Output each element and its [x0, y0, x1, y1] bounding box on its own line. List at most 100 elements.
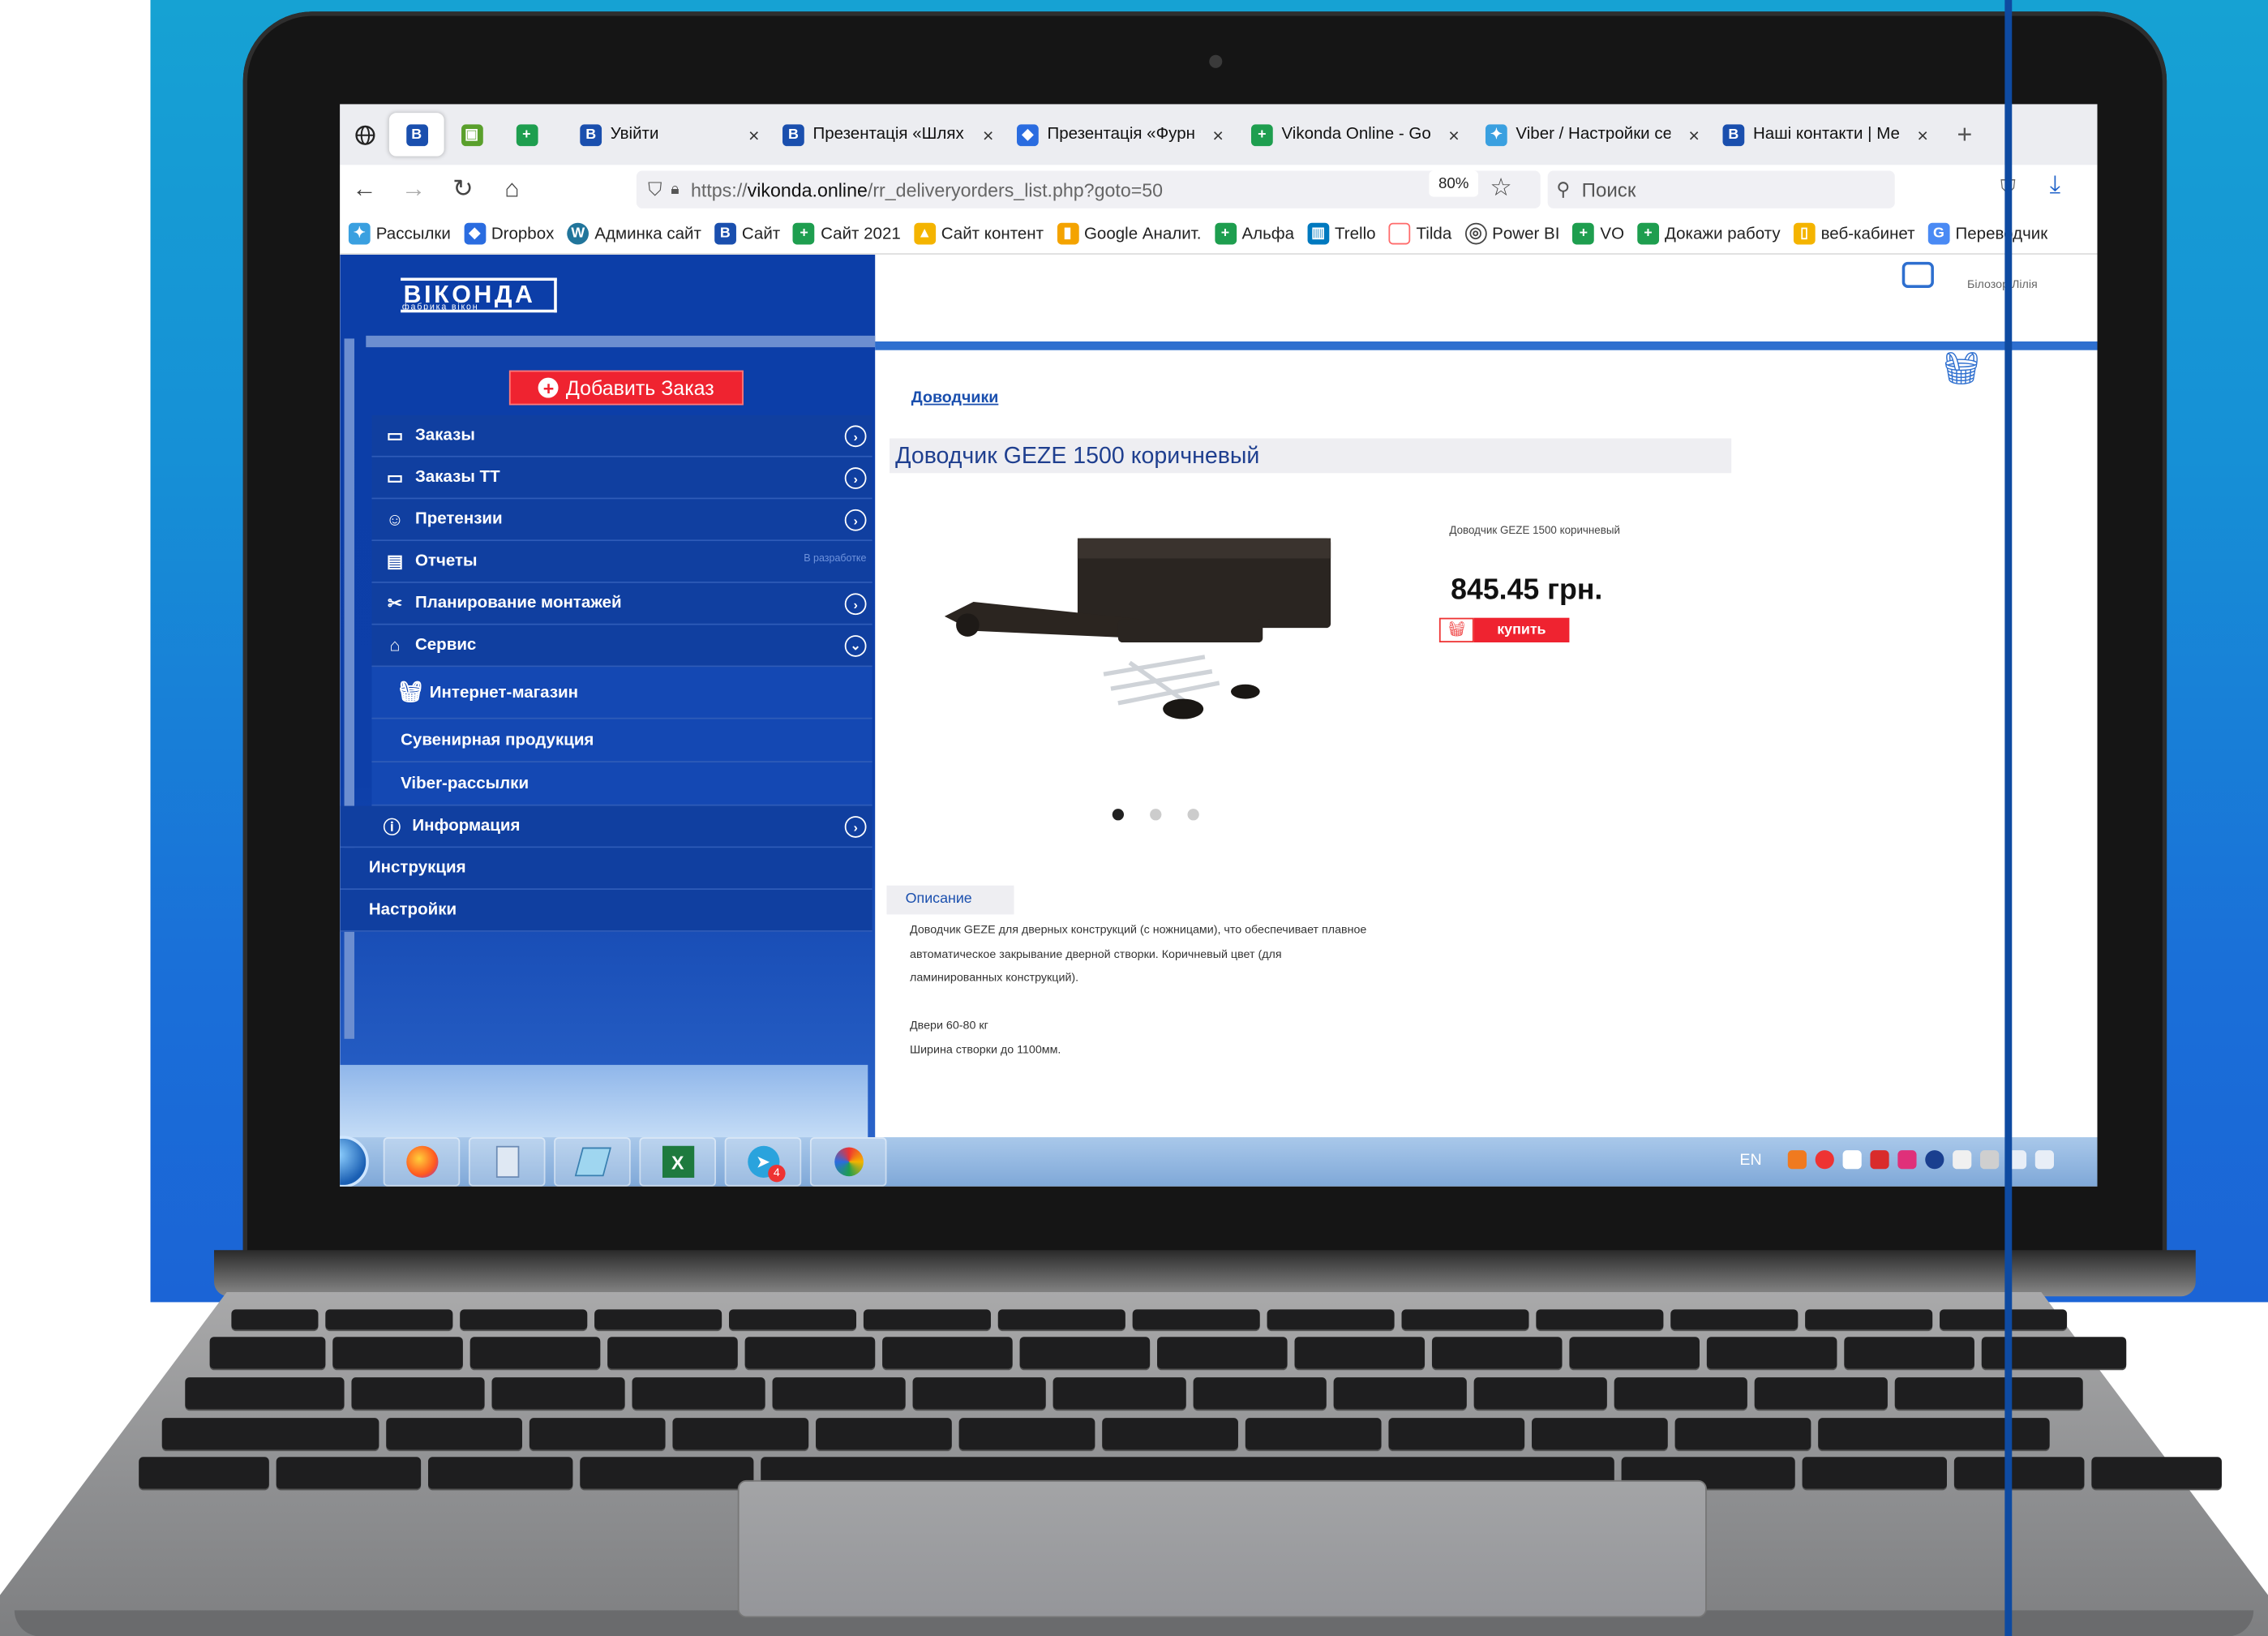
- home-icon[interactable]: ⌂: [487, 175, 537, 204]
- sidebar-item-viber-mailing[interactable]: Viber-рассылки: [371, 762, 872, 806]
- sidebar-item-settings[interactable]: Настройки: [340, 890, 872, 932]
- tray-app-icon[interactable]: [1980, 1150, 2000, 1170]
- telegram-icon[interactable]: ➤ 4: [724, 1137, 802, 1187]
- sidebar-item-instructions[interactable]: Инструкция: [340, 848, 872, 891]
- keyboard-key: [882, 1337, 1013, 1369]
- sheets-icon: +: [1637, 222, 1659, 245]
- carousel-dot[interactable]: [1187, 809, 1199, 821]
- bookmark-item[interactable]: ▥ Trello: [1307, 222, 1376, 245]
- sidebar-item-information[interactable]: ⓘ Информация ›: [340, 805, 872, 848]
- bookmark-item[interactable]: + Докажи работу: [1637, 222, 1781, 245]
- keyboard-key: [1267, 1309, 1395, 1330]
- bookmark-item[interactable]: ▮ Google Аналит.: [1057, 222, 1202, 245]
- close-icon[interactable]: ×: [1688, 124, 1700, 146]
- tab-login[interactable]: В Увійти ×: [554, 104, 771, 165]
- sidebar-item-online-shop[interactable]: 🧺︎ Интернет-магазин: [371, 667, 872, 719]
- close-icon[interactable]: ×: [983, 124, 994, 146]
- keyboard-key: [1802, 1457, 1947, 1489]
- bookmark-item[interactable]: Tilda: [1388, 222, 1451, 245]
- bookmark-item[interactable]: G Переводчик: [1927, 222, 2047, 245]
- basket-icon: 🧺︎: [1438, 617, 1474, 643]
- add-order-button[interactable]: + Добавить Заказ: [508, 370, 744, 406]
- bookmark-item[interactable]: + Альфа: [1214, 222, 1294, 245]
- sidebar-item-claims[interactable]: ☺ Претензии ›: [371, 499, 872, 542]
- pinned-tab-gift[interactable]: ▣: [444, 113, 499, 157]
- firefox-icon[interactable]: [383, 1137, 461, 1187]
- bookmark-item[interactable]: + VO: [1572, 222, 1624, 245]
- sheets-icon: +: [1214, 222, 1237, 245]
- sidebar-item-souvenirs[interactable]: Сувенирная продукция: [371, 719, 872, 763]
- keyboard-key: [1805, 1309, 1933, 1330]
- sidebar-item-service[interactable]: ⌂ Сервис ⌄: [371, 625, 872, 668]
- tab-presentation-2[interactable]: ◆ Презентація «Фурн ×: [1005, 104, 1240, 165]
- keyboard-key: [276, 1457, 422, 1489]
- pinned-tab-vikonda[interactable]: В: [388, 113, 444, 157]
- globe-icon[interactable]: [340, 113, 389, 157]
- speaker-icon[interactable]: [2034, 1150, 2054, 1170]
- bookmark-item[interactable]: ✦ Рассылки: [348, 222, 451, 245]
- keyboard-key: [1670, 1309, 1799, 1330]
- chat-icon[interactable]: [1901, 261, 1934, 288]
- bookmark-item[interactable]: ▲ Сайт контент: [913, 222, 1044, 245]
- windows-start-icon[interactable]: [340, 1136, 369, 1187]
- bookmark-item[interactable]: ◎ Power BI: [1464, 222, 1559, 245]
- back-icon[interactable]: ←: [340, 175, 389, 204]
- zoom-level[interactable]: 80%: [1429, 170, 1479, 197]
- keyboard-key: [744, 1337, 876, 1369]
- tray-app-icon[interactable]: [1897, 1150, 1917, 1170]
- carousel-dot[interactable]: [1112, 809, 1125, 821]
- reload-icon[interactable]: ↻: [438, 175, 487, 204]
- bookmark-item[interactable]: ◆ Dropbox: [463, 222, 554, 245]
- pinned-tab-sheets[interactable]: +: [499, 113, 554, 157]
- bookmark-item[interactable]: В Сайт: [714, 222, 780, 245]
- calculator-icon[interactable]: [468, 1137, 546, 1187]
- tray-app-icon[interactable]: [1815, 1150, 1834, 1170]
- sidebar-item-orders-tt[interactable]: ▭ Заказы ТТ ›: [371, 457, 872, 500]
- new-tab-button[interactable]: +: [1945, 104, 1983, 165]
- sidebar-item-reports[interactable]: ▤ Отчеты В разработке: [371, 541, 872, 583]
- search-input[interactable]: ⚲ Поиск: [1547, 170, 1895, 208]
- product-image[interactable]: [944, 530, 1349, 732]
- buy-button[interactable]: 🧺︎ купить: [1438, 617, 1570, 643]
- close-icon[interactable]: ×: [1917, 124, 1928, 146]
- download-icon[interactable]: ⤓: [2050, 170, 2060, 200]
- breadcrumb[interactable]: Доводчики: [911, 389, 999, 406]
- bookmark-item[interactable]: ▯ веб-кабинет: [1793, 222, 1915, 245]
- tray-app-icon[interactable]: [1787, 1150, 1807, 1170]
- tab-presentation-1[interactable]: В Презентація «Шлях в ×: [771, 104, 1005, 165]
- paint-icon[interactable]: [809, 1137, 887, 1187]
- forward-icon[interactable]: →: [389, 175, 439, 204]
- close-icon[interactable]: ×: [1448, 124, 1460, 146]
- bookmark-item[interactable]: + Сайт 2021: [793, 222, 901, 245]
- notepad-icon[interactable]: [554, 1137, 631, 1187]
- tab-vikonda-online[interactable]: + Vikonda Online - Go ×: [1240, 104, 1474, 165]
- excel-icon[interactable]: X: [639, 1137, 716, 1187]
- carousel-dot[interactable]: [1150, 809, 1162, 821]
- tray-app-icon[interactable]: [1953, 1150, 1972, 1170]
- cart-icon[interactable]: 🧺︎: [1941, 350, 1982, 388]
- tools-icon: ✂: [388, 593, 402, 614]
- user-name[interactable]: Білозор Лілія: [1967, 277, 2038, 290]
- volume-icon[interactable]: [1842, 1150, 1862, 1170]
- tab-viber-settings[interactable]: ✦ Viber / Настройки се ×: [1474, 104, 1712, 165]
- sidebar-item-installation[interactable]: ✂ Планирование монтажей ›: [371, 582, 872, 625]
- tab-contacts[interactable]: В Наші контакти | Ме ×: [1711, 104, 1945, 165]
- translate-icon: G: [1927, 222, 1950, 245]
- sidebar-item-orders[interactable]: ▭ Заказы ›: [371, 414, 872, 457]
- language-indicator[interactable]: EN: [1739, 1151, 1761, 1168]
- tray-app-icon[interactable]: [1925, 1150, 1944, 1170]
- search-placeholder: Поиск: [1581, 178, 1636, 201]
- close-icon[interactable]: ×: [748, 124, 760, 146]
- sidebar-top-stripe: [366, 335, 876, 348]
- keyboard-key: [607, 1337, 738, 1369]
- bookmark-star-icon[interactable]: ☆: [1490, 174, 1511, 203]
- url-bar[interactable]: ⛉ 🔒︎ https://vikonda.online/rr_deliveryo…: [636, 170, 1541, 208]
- pdf-icon[interactable]: [1870, 1150, 1889, 1170]
- close-icon[interactable]: ×: [1212, 124, 1224, 146]
- keyboard-key: [386, 1418, 522, 1450]
- bookmark-item[interactable]: W Админка сайт: [567, 222, 701, 245]
- keyboard-key: [1894, 1377, 2083, 1410]
- search-icon: ⚲: [1556, 178, 1571, 200]
- keyboard-key: [1245, 1418, 1382, 1450]
- tab-description[interactable]: Описание: [886, 885, 1014, 915]
